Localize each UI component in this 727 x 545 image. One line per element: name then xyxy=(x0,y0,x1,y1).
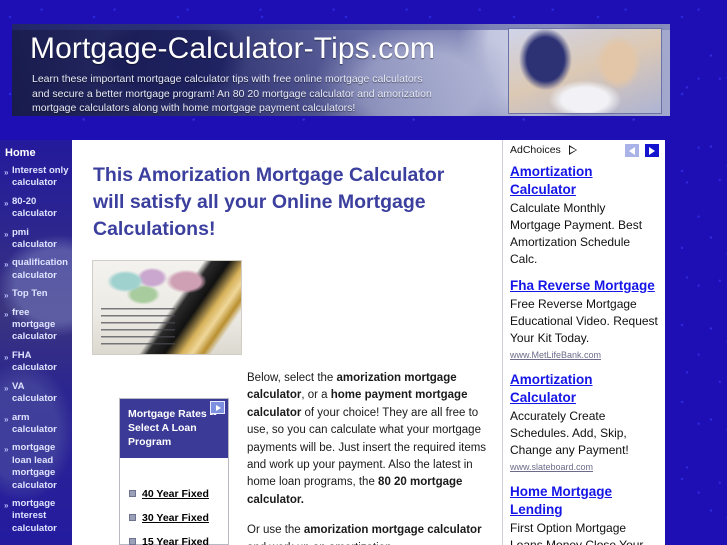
loan-program-list: 40 Year Fixed 30 Year Fixed 15 Year Fixed xyxy=(120,458,228,545)
ad-list: Amortization Calculator Calculate Monthly… xyxy=(503,163,665,545)
bullet-icon: » xyxy=(4,445,9,455)
sidebar-item-label: pmi calculator xyxy=(12,226,57,251)
mortgage-rates-title-line2: Select A Loan Program xyxy=(128,422,197,448)
body-text: and work up an amortization xyxy=(247,542,391,545)
bullet-icon: » xyxy=(4,229,9,239)
bullet-icon: » xyxy=(4,500,9,510)
ad-item[interactable]: Home Mortgage Lending First Option Mortga… xyxy=(503,483,665,545)
adchoices-triangle-icon[interactable] xyxy=(210,401,225,414)
paragraph-1: Below, select the amorization mortgage c… xyxy=(247,370,487,509)
sidebar-item-3[interactable]: » qualification calculator xyxy=(0,257,72,288)
ad-description: Calculate Monthly Mortgage Payment. Best… xyxy=(510,201,643,266)
ad-title-link[interactable]: Fha Reverse Mortgage xyxy=(510,277,659,295)
sidebar-item-label: free mortgage calculator xyxy=(12,306,57,343)
sidebar-item-label: mortgage loan lead mortgage calculator xyxy=(12,442,57,491)
page-columns: Home » Interest only calculator» 80-20 cal… xyxy=(0,140,665,545)
sidebar-item-9[interactable]: » mortgage loan lead mortgage calculator xyxy=(0,442,72,498)
sidebar-item-5[interactable]: » free mortgage calculator xyxy=(0,307,72,350)
site-tagline: Learn these important mortgage calculato… xyxy=(32,73,432,114)
ad-item[interactable]: Fha Reverse Mortgage Free Reverse Mortgag… xyxy=(503,277,665,362)
bullet-icon: » xyxy=(4,291,9,301)
ad-description: First Option Mortgage Loans Money Close … xyxy=(510,521,644,545)
chart-value-lines xyxy=(101,308,175,346)
mortgage-rates-widget-header: Mortgage Rates -- Select A Loan Program xyxy=(120,399,228,458)
sidebar-item-1[interactable]: » 80-20 calculator xyxy=(0,196,72,227)
bullet-icon: » xyxy=(4,352,9,362)
sidebar-item-6[interactable]: » FHA calculator xyxy=(0,350,72,381)
adchoices-triangle-icon[interactable] xyxy=(569,145,577,155)
mortgage-rates-widget[interactable]: Mortgage Rates -- Select A Loan Program … xyxy=(119,398,229,545)
sidebar-item-7[interactable]: » VA calculator xyxy=(0,381,72,412)
sidebar-item-label: mortgage interest calculator xyxy=(12,497,57,534)
sidebar-navigation: Home » Interest only calculator» 80-20 cal… xyxy=(0,140,72,545)
loan-program-link[interactable]: 30 Year Fixed xyxy=(142,512,209,524)
site-header-banner: Mortgage-Calculator-Tips.com Learn these… xyxy=(12,24,670,116)
body-text: , or a xyxy=(301,389,331,402)
ad-display-url[interactable]: www.slateboard.com xyxy=(510,461,659,474)
ad-title-link[interactable]: Home Mortgage Lending xyxy=(510,483,659,519)
sidebar-item-2[interactable]: » pmi calculator xyxy=(0,227,72,258)
site-title: Mortgage-Calculator-Tips.com xyxy=(30,32,436,65)
sidebar-item-4[interactable]: » Top Ten xyxy=(0,288,72,306)
bullet-icon: » xyxy=(4,414,9,424)
sidebar-item-10[interactable]: » mortgage interest calculator xyxy=(0,498,72,541)
bullet-icon: » xyxy=(4,383,9,393)
adchoices-label[interactable]: AdChoices xyxy=(510,144,561,156)
banner-people-photo xyxy=(508,28,662,114)
sidebar-item-label: 80-20 calculator xyxy=(12,195,57,220)
paragraph-2: Or use the amorization mortgage calculat… xyxy=(247,522,487,545)
bullet-square-icon xyxy=(129,538,136,545)
sidebar-item-label: Top Ten xyxy=(12,288,48,300)
sidebar-item-label: Interest only calculator xyxy=(12,165,69,189)
ad-description: Free Reverse Mortgage Educational Video.… xyxy=(510,297,658,345)
main-content: This Amorization Mortgage Calculator wil… xyxy=(72,140,502,545)
ad-item[interactable]: Amortization Calculator Accurately Create… xyxy=(503,371,665,474)
chevron-left-icon[interactable] xyxy=(624,143,640,158)
sidebar-item-0[interactable]: » Interest only calculator xyxy=(0,165,72,196)
loan-program-row[interactable]: 40 Year Fixed xyxy=(120,481,228,505)
ad-sidebar-header: AdChoices xyxy=(503,140,665,163)
bullet-icon: » xyxy=(4,260,9,270)
sidebar-item-label: arm calculator xyxy=(12,411,57,435)
body-text: Or use the xyxy=(247,524,304,537)
body-copy: Below, select the amorization mortgage c… xyxy=(247,370,487,545)
bullet-square-icon xyxy=(129,490,136,497)
bullet-icon: » xyxy=(4,198,9,208)
loan-program-link[interactable]: 15 Year Fixed xyxy=(142,536,209,545)
sidebar-item-label: VA calculator xyxy=(12,380,57,405)
ad-display-url[interactable]: www.MetLifeBank.com xyxy=(510,349,659,362)
emphasis-text: amorization mortgage calculator xyxy=(303,524,482,537)
loan-program-row[interactable]: 15 Year Fixed xyxy=(120,529,228,545)
ad-item[interactable]: Amortization Calculator Calculate Monthly… xyxy=(503,163,665,268)
mortgage-rates-title-line1: Mortgage Rates -- xyxy=(128,408,217,420)
pen-on-financial-chart-photo xyxy=(92,260,242,355)
sidebar-item-8[interactable]: » arm calculator xyxy=(0,412,72,443)
loan-program-row[interactable]: 30 Year Fixed xyxy=(120,505,228,529)
loan-program-link[interactable]: 40 Year Fixed xyxy=(142,488,209,500)
sidebar-item-label: qualification calculator xyxy=(12,257,68,281)
sidebar-item-list: » Interest only calculator» 80-20 calculat… xyxy=(0,165,72,541)
ad-title-link[interactable]: Amortization Calculator xyxy=(510,163,659,199)
bullet-icon: » xyxy=(4,168,9,177)
bullet-icon: » xyxy=(4,309,9,319)
page-title: This Amorization Mortgage Calculator wil… xyxy=(93,164,445,240)
page-root: Mortgage-Calculator-Tips.com Learn these… xyxy=(0,0,727,545)
body-text: Below, select the xyxy=(247,372,337,384)
bullet-square-icon xyxy=(129,514,136,521)
sidebar-item-home[interactable]: Home xyxy=(0,140,72,165)
ad-title-link[interactable]: Amortization Calculator xyxy=(510,371,659,407)
ad-sidebar: AdChoices Amortization Calculator Calcula… xyxy=(502,140,665,545)
ad-description: Accurately Create Schedules. Add, Skip, … xyxy=(510,409,629,457)
sidebar-item-label: FHA calculator xyxy=(12,349,57,374)
chevron-right-icon[interactable] xyxy=(644,143,660,158)
